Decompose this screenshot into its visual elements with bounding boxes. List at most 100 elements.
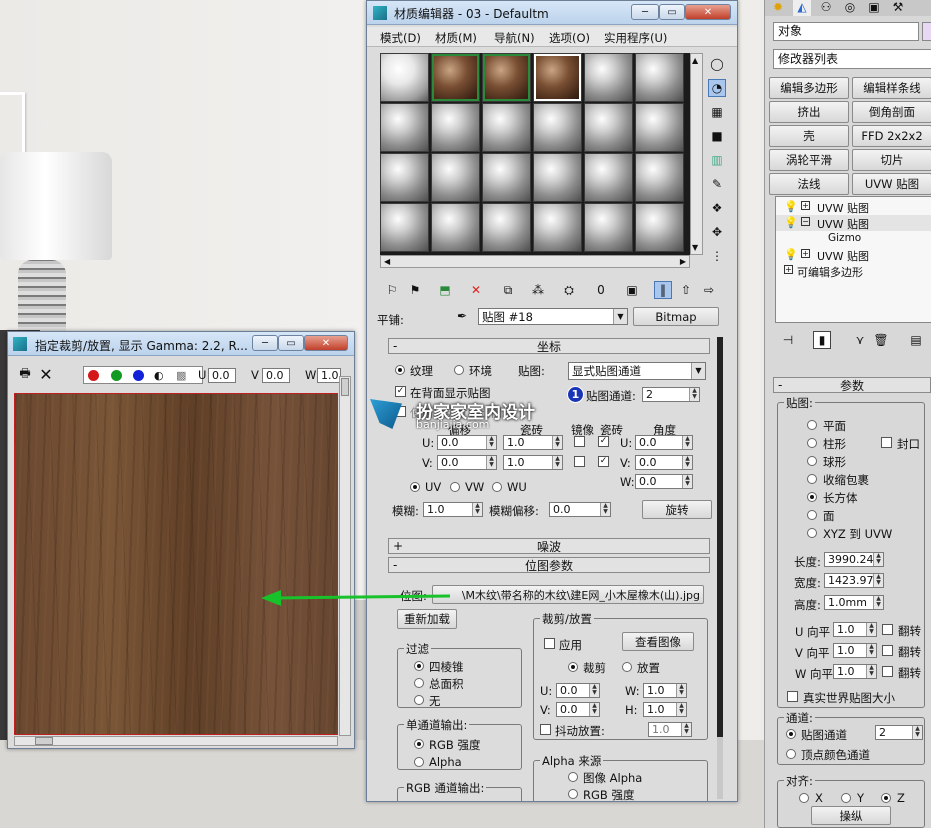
place-radio[interactable]	[622, 662, 632, 672]
menu-options[interactable]: 选项(O)	[549, 30, 590, 46]
collapse-icon[interactable]: −	[801, 217, 810, 226]
stack-sub-gizmo[interactable]: Gizmo	[776, 231, 931, 246]
stack-item[interactable]: 💡 + UVW 贴图	[776, 199, 931, 215]
maximize-button[interactable]: ▭	[659, 4, 685, 20]
filter-sat-radio[interactable]	[414, 678, 424, 688]
sample-slot[interactable]	[431, 153, 480, 202]
extrude-button[interactable]: 挤出	[769, 101, 849, 123]
crop-window-titlebar[interactable]: 指定裁剪/放置, 显示 Gamma: 2.2, R... ─ ▭ ✕	[8, 332, 354, 356]
v-angle-spinner[interactable]: 0.0 ▲ ▼	[635, 455, 693, 470]
u-mirror-checkbox[interactable]	[574, 436, 585, 447]
mono-channel-icon[interactable]: ◐	[154, 369, 164, 382]
select-by-material-icon[interactable]: ✥	[708, 223, 726, 241]
height-spinner[interactable]: 1.0mm ▲ ▼	[824, 595, 884, 610]
crop-w-spinner[interactable]: 1.0 ▲ ▼	[643, 683, 687, 698]
v-offset-spinner[interactable]: 0.0 ▲ ▼	[437, 455, 497, 470]
sample-slot[interactable]	[635, 153, 684, 202]
planar-radio[interactable]	[807, 420, 817, 430]
v-tile-checkbox[interactable]: ✓	[598, 456, 609, 467]
w-angle-spinner[interactable]: 0.0 ▲ ▼	[635, 474, 693, 489]
sample-slot[interactable]	[431, 103, 480, 152]
sample-slot[interactable]	[431, 203, 480, 252]
stack-item[interactable]: 💡 + UVW 贴图	[776, 247, 931, 263]
environ-radio[interactable]	[454, 365, 464, 375]
sample-slots-hscroll[interactable]: ◀ ▶	[380, 255, 690, 268]
v-tile-spinner[interactable]: 1.0 ▲ ▼	[833, 643, 877, 658]
expand-icon[interactable]: +	[801, 249, 810, 258]
wu-radio[interactable]	[492, 482, 502, 492]
close-button[interactable]: ✕	[304, 335, 348, 351]
configure-sets-icon[interactable]: ▤	[907, 331, 925, 349]
sample-slot[interactable]	[635, 203, 684, 252]
minimize-button[interactable]: ─	[631, 4, 659, 20]
sample-slot[interactable]	[584, 103, 633, 152]
shell-button[interactable]: 壳	[769, 125, 849, 147]
crop-v-field[interactable]: 0.0	[262, 368, 290, 383]
blur-offset-spinner[interactable]: 0.0 ▲ ▼	[549, 502, 611, 517]
edit-poly-button[interactable]: 编辑多边形	[769, 77, 849, 99]
sample-slot[interactable]	[380, 103, 429, 152]
sample-slot[interactable]	[584, 203, 633, 252]
sample-slot[interactable]	[635, 103, 684, 152]
put-to-scene-icon[interactable]: ⚑	[406, 281, 424, 299]
align-y-radio[interactable]	[841, 793, 851, 803]
print-icon[interactable]: 🖶	[16, 365, 34, 383]
menu-material[interactable]: 材质(M)	[435, 30, 477, 46]
crop-vscroll[interactable]	[339, 376, 351, 736]
box-radio[interactable]	[807, 492, 817, 502]
lightbulb-icon[interactable]: 💡	[784, 216, 798, 229]
edit-spline-button[interactable]: 编辑样条线	[852, 77, 931, 99]
modify-tab-icon[interactable]: ◭	[793, 0, 811, 16]
v-tiling-spinner[interactable]: 1.0 ▲ ▼	[503, 455, 563, 470]
turbosmooth-button[interactable]: 涡轮平滑	[769, 149, 849, 171]
options-icon[interactable]: ❖	[708, 199, 726, 217]
stack-item-selected[interactable]: 💡 − UVW 贴图	[776, 215, 931, 231]
jitter-checkbox[interactable]	[540, 724, 551, 735]
slice-button[interactable]: 切片	[852, 149, 931, 171]
pick-material-icon[interactable]: ✒	[453, 307, 471, 325]
u-tile-spinner[interactable]: 1.0 ▲ ▼	[833, 622, 877, 637]
make-preview-icon[interactable]: ✎	[708, 175, 726, 193]
filter-pyramid-radio[interactable]	[414, 661, 424, 671]
blue-channel-icon[interactable]	[133, 370, 144, 381]
image-alpha-radio[interactable]	[568, 772, 578, 782]
backlight-icon[interactable]: ◔	[708, 79, 726, 97]
jitter-spinner[interactable]: 1.0 ▲ ▼	[648, 722, 692, 737]
crop-radio[interactable]	[568, 662, 578, 672]
crop-u-spinner[interactable]: 0.0 ▲ ▼	[556, 683, 600, 698]
create-tab-icon[interactable]: ✹	[769, 0, 787, 16]
u-offset-spinner[interactable]: 0.0 ▲ ▼	[437, 435, 497, 450]
length-spinner[interactable]: 3990.24 ▲ ▼	[824, 552, 884, 567]
bitmap-params-rollout-header[interactable]: - 位图参数	[388, 557, 710, 573]
map-type-button[interactable]: Bitmap	[633, 307, 719, 326]
rotate-button[interactable]: 旋转	[642, 500, 712, 519]
close-button[interactable]: ✕	[685, 4, 731, 20]
sample-slot[interactable]	[635, 53, 684, 102]
u-tiling-spinner[interactable]: 1.0 ▲ ▼	[503, 435, 563, 450]
apply-checkbox[interactable]	[544, 638, 555, 649]
sample-slot[interactable]	[380, 153, 429, 202]
manipulate-button[interactable]: 操纵	[811, 806, 891, 825]
map-name-dropdown[interactable]: 贴图 #18 ▼	[478, 308, 628, 325]
noise-rollout-header[interactable]: + 噪波	[388, 538, 710, 554]
w-flip-checkbox[interactable]	[882, 666, 893, 677]
make-copy-icon[interactable]: ⧉	[499, 281, 517, 299]
crop-w-field[interactable]: 1.0	[317, 368, 341, 383]
reload-button[interactable]: 重新加载	[397, 609, 457, 629]
face-radio[interactable]	[807, 510, 817, 520]
sample-slot[interactable]	[380, 53, 429, 102]
material-id-icon[interactable]: 0	[592, 281, 610, 299]
alpha-radio[interactable]	[414, 757, 424, 767]
v-mirror-checkbox[interactable]	[574, 456, 585, 467]
v-flip-checkbox[interactable]	[882, 645, 893, 656]
real-world-checkbox[interactable]	[787, 691, 798, 702]
pin-stack-icon[interactable]: ⊣	[779, 331, 797, 349]
sample-slot[interactable]	[380, 203, 429, 252]
sample-slot[interactable]	[533, 153, 582, 202]
go-forward-sibling-icon[interactable]: ⇨	[700, 281, 718, 299]
align-z-radio[interactable]	[881, 793, 891, 803]
show-in-viewport-icon[interactable]: ▣	[623, 281, 641, 299]
w-tile-spinner[interactable]: 1.0 ▲ ▼	[833, 664, 877, 679]
sample-type-icon[interactable]: ◯	[708, 55, 726, 73]
width-spinner[interactable]: 1423.97 ▲ ▼	[824, 573, 884, 588]
